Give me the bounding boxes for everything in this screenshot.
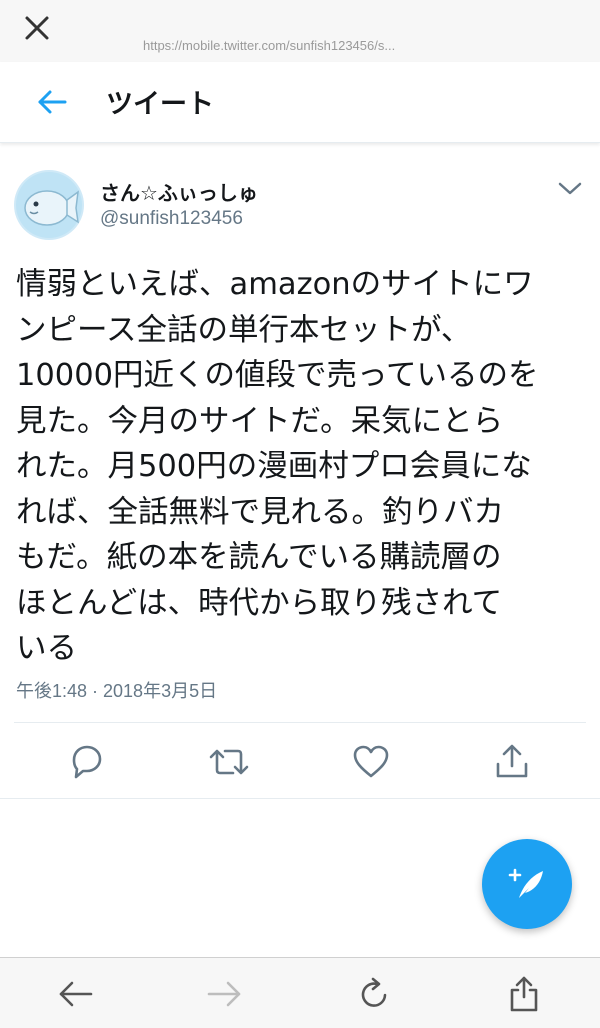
back-button[interactable] <box>36 86 68 118</box>
chevron-down-icon <box>558 182 582 195</box>
browser-share-button[interactable] <box>504 974 544 1014</box>
reply-button[interactable] <box>64 740 108 784</box>
browser-back-button[interactable] <box>56 974 96 1014</box>
browser-forward-button[interactable] <box>204 974 244 1014</box>
reload-icon <box>361 977 387 1007</box>
tweet-menu-button[interactable] <box>556 178 584 200</box>
divider <box>14 722 586 723</box>
url-text[interactable]: https://mobile.twitter.com/sunfish123456… <box>143 38 395 53</box>
like-icon <box>353 745 389 778</box>
browser-top-bar: https://mobile.twitter.com/sunfish123456… <box>0 0 600 63</box>
tweet-timestamp[interactable]: 午後1:48 · 2018年3月5日 <box>16 677 217 703</box>
compose-tweet-button[interactable] <box>482 839 572 929</box>
user-handle[interactable]: @sunfish123456 <box>100 208 243 230</box>
share-icon <box>496 744 528 778</box>
divider <box>0 798 600 799</box>
close-button[interactable] <box>22 13 52 43</box>
display-name[interactable]: さん☆ふぃっしゅ <box>100 177 258 206</box>
retweet-button[interactable] <box>207 740 251 784</box>
share-icon <box>510 976 538 1012</box>
like-button[interactable] <box>349 740 393 784</box>
close-icon <box>25 16 49 40</box>
browser-reload-button[interactable] <box>354 974 394 1014</box>
page-title: ツイート <box>106 89 214 120</box>
retweet-icon <box>209 749 249 775</box>
forward-icon <box>207 981 241 1007</box>
browser-bottom-bar <box>0 957 600 1028</box>
tweet-text: 情弱といえば、amazonのサイトにワ ンピース全話の単行本セットが、 1000… <box>16 267 539 666</box>
reply-icon <box>72 745 102 779</box>
avatar[interactable] <box>14 170 84 240</box>
arrow-left-icon <box>38 90 67 114</box>
back-icon <box>59 981 93 1007</box>
share-button[interactable] <box>490 740 534 784</box>
compose-icon <box>508 868 543 898</box>
page-header: ツイート <box>0 62 600 143</box>
sunfish-avatar-icon <box>14 170 84 240</box>
